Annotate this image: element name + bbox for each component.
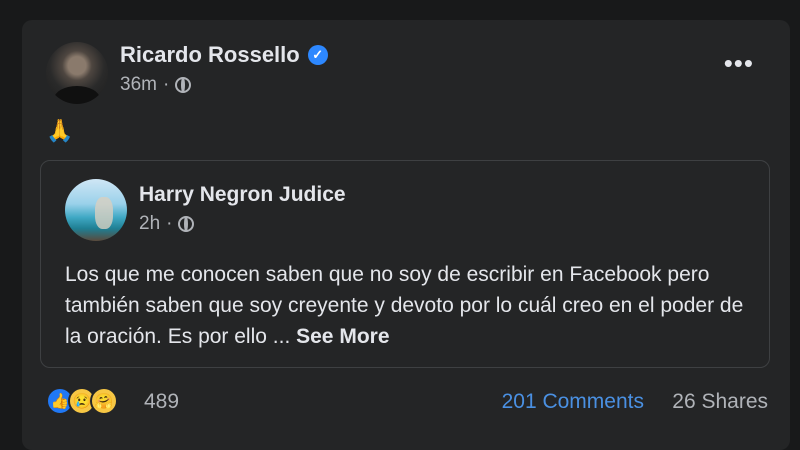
- author-name-row: Ricardo Rossello ✓: [120, 42, 328, 68]
- meta-separator: ·: [162, 74, 170, 95]
- reaction-count[interactable]: 489: [144, 390, 179, 414]
- post-time[interactable]: 36m: [120, 74, 157, 96]
- post-footer: 👍 😢 🤗 489 201 Comments 26 Shares: [46, 382, 768, 422]
- shared-post[interactable]: Harry Negron Judice 2h · Los que me cono…: [40, 160, 770, 368]
- comments-link[interactable]: 201 Comments: [502, 390, 644, 414]
- post-meta: 36m ·: [120, 74, 192, 96]
- shared-meta-separator: ·: [166, 213, 173, 234]
- shared-author-name[interactable]: Harry Negron Judice: [139, 183, 346, 207]
- globe-icon: [175, 77, 192, 93]
- verified-badge-icon: ✓: [307, 45, 328, 65]
- shared-author-avatar[interactable]: [65, 179, 127, 241]
- reaction-icons[interactable]: 👍 😢 🤗: [46, 387, 118, 415]
- shared-post-time[interactable]: 2h: [139, 213, 160, 235]
- care-reaction-icon: 🤗: [90, 387, 118, 415]
- more-options-icon[interactable]: •••: [724, 50, 754, 76]
- globe-icon: [178, 216, 195, 232]
- shares-link[interactable]: 26 Shares: [672, 390, 768, 414]
- shared-post-body: Los que me conocen saben que no soy de e…: [65, 263, 744, 348]
- post-card: Ricardo Rossello ✓ 36m · ••• 🙏 Harry Neg…: [22, 20, 790, 450]
- author-avatar[interactable]: [46, 42, 108, 104]
- shared-post-text: Los que me conocen saben que no soy de e…: [65, 259, 755, 352]
- post-content-emoji: 🙏: [46, 118, 74, 143]
- author-name[interactable]: Ricardo Rossello: [120, 42, 300, 68]
- shared-post-meta: 2h ·: [139, 213, 195, 235]
- see-more-link[interactable]: See More: [296, 325, 389, 348]
